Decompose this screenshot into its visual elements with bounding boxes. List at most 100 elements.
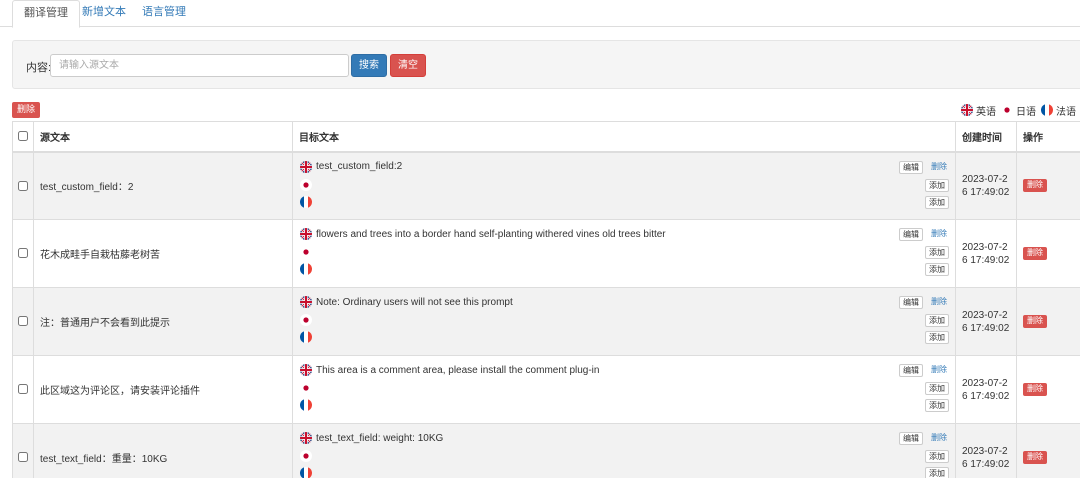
legend-item-japanese: 日语 xyxy=(1001,103,1036,118)
add-french-button[interactable]: 添加 xyxy=(925,195,949,209)
legend-label-japanese: 日语 xyxy=(1016,106,1036,118)
table-header-row: 源文本 目标文本 创建时间 操作 xyxy=(12,121,1080,153)
source-text-cell: 花木成畦手自栽枯藤老树苦 xyxy=(33,219,293,288)
target-line-french xyxy=(300,195,316,208)
target-english-text: flowers and trees into a border hand sel… xyxy=(316,228,666,240)
japan-flag-icon xyxy=(300,246,312,258)
created-time-cell: 2023-07-26 17:49:02 xyxy=(955,151,1017,220)
add-french-button[interactable]: 添加 xyxy=(925,399,949,412)
delete-translation-link[interactable]: 删除 xyxy=(929,228,949,241)
target-text-cell: test_text_field: weight: 10KG 编辑 删除 添加 添… xyxy=(292,423,956,478)
uk-flag-icon xyxy=(300,432,312,444)
row-delete-button[interactable]: 删除 xyxy=(1023,451,1047,464)
action-cell: 删除 xyxy=(1016,151,1080,220)
delete-translation-link[interactable]: 删除 xyxy=(929,296,949,309)
delete-translation-link[interactable]: 删除 xyxy=(929,161,949,174)
target-line-english: test_text_field: weight: 10KG xyxy=(300,432,443,444)
row-checkbox[interactable] xyxy=(18,316,28,327)
uk-flag-icon xyxy=(961,104,973,116)
japan-flag-icon xyxy=(300,178,312,191)
target-english-text: test_text_field: weight: 10KG xyxy=(316,432,444,444)
add-japanese-button[interactable]: 添加 xyxy=(925,178,949,192)
target-english-text: This area is a comment area, please inst… xyxy=(316,364,600,376)
language-legend: 英语 日语 法语 xyxy=(956,102,1076,118)
row-select-cell xyxy=(12,287,34,356)
bulk-delete-button[interactable]: 删除 xyxy=(12,102,41,118)
row-select-cell xyxy=(12,423,34,478)
france-flag-icon xyxy=(300,195,312,208)
row-delete-button[interactable]: 删除 xyxy=(1023,179,1047,193)
table-row: test_text_field：重量：10KG test_text_field:… xyxy=(12,423,1080,478)
legend-item-french: 法语 xyxy=(1041,103,1076,118)
tab-translation-management[interactable]: 翻译管理 xyxy=(12,0,80,28)
france-flag-icon xyxy=(300,263,312,275)
target-line-french xyxy=(300,263,316,275)
target-line-japanese xyxy=(300,450,316,462)
tab-bar: 翻译管理 新增文本 语言管理 xyxy=(0,0,1080,28)
row-checkbox[interactable] xyxy=(18,180,28,191)
header-source: 源文本 xyxy=(33,121,293,153)
edit-translation-button[interactable]: 编辑 xyxy=(899,364,923,377)
edit-translation-button[interactable]: 编辑 xyxy=(899,160,923,174)
japan-flag-icon xyxy=(1001,104,1013,116)
target-text-cell: This area is a comment area, please inst… xyxy=(292,355,956,424)
source-text-cell: test_text_field：重量：10KG xyxy=(33,423,293,478)
search-label: 内容: xyxy=(26,62,52,74)
legend-item-english: 英语 xyxy=(961,103,996,118)
edit-translation-button[interactable]: 编辑 xyxy=(899,432,923,445)
row-checkbox[interactable] xyxy=(18,452,28,463)
row-select-cell xyxy=(12,355,34,424)
table-row: 此区域这为评论区，请安装评论插件 This area is a comment … xyxy=(12,355,1080,424)
action-cell: 删除 xyxy=(1016,355,1080,424)
add-french-button[interactable]: 添加 xyxy=(925,467,949,478)
search-panel: 内容: 搜索 清空 xyxy=(12,40,1080,89)
uk-flag-icon xyxy=(300,160,312,173)
target-text-cell: Note: Ordinary users will not see this p… xyxy=(292,287,956,356)
clear-button[interactable]: 清空 xyxy=(390,54,426,77)
select-all-checkbox[interactable] xyxy=(18,131,28,142)
table-row: 花木成畦手自栽枯藤老树苦 flowers and trees into a bo… xyxy=(12,219,1080,288)
add-japanese-button[interactable]: 添加 xyxy=(925,450,949,463)
header-select-all xyxy=(12,121,34,153)
search-input[interactable] xyxy=(50,54,349,77)
add-japanese-button[interactable]: 添加 xyxy=(925,314,949,327)
row-delete-button[interactable]: 删除 xyxy=(1023,383,1047,396)
add-japanese-button[interactable]: 添加 xyxy=(925,382,949,395)
delete-translation-link[interactable]: 删除 xyxy=(929,432,949,445)
add-french-button[interactable]: 添加 xyxy=(925,263,949,276)
translation-table: 源文本 目标文本 创建时间 操作 test_custom_field：2 tes… xyxy=(12,121,1080,478)
search-button[interactable]: 搜索 xyxy=(351,54,387,77)
header-target: 目标文本 xyxy=(292,121,956,153)
target-line-french xyxy=(300,467,316,478)
row-delete-button[interactable]: 删除 xyxy=(1023,247,1047,260)
created-time-cell: 2023-07-26 17:49:02 xyxy=(955,287,1017,356)
target-english-text: Note: Ordinary users will not see this p… xyxy=(316,296,513,308)
tab-language-management[interactable]: 语言管理 xyxy=(131,0,197,27)
table-row: 注：普通用户不会看到此提示 Note: Ordinary users will … xyxy=(12,287,1080,356)
target-line-japanese xyxy=(300,382,316,394)
target-line-french xyxy=(300,399,316,411)
target-line-english: Note: Ordinary users will not see this p… xyxy=(300,296,513,308)
add-japanese-button[interactable]: 添加 xyxy=(925,246,949,259)
japan-flag-icon xyxy=(300,382,312,394)
france-flag-icon xyxy=(300,331,312,343)
header-action: 操作 xyxy=(1016,121,1080,153)
target-text-cell: test_custom_field:2 编辑 删除 添加 添加 xyxy=(292,151,956,220)
row-checkbox[interactable] xyxy=(18,248,28,259)
source-text-cell: 注：普通用户不会看到此提示 xyxy=(33,287,293,356)
edit-translation-button[interactable]: 编辑 xyxy=(899,296,923,309)
legend-label-french: 法语 xyxy=(1056,106,1076,118)
table-row: test_custom_field：2 test_custom_field:2 … xyxy=(12,151,1080,220)
france-flag-icon xyxy=(300,467,312,478)
target-text-cell: flowers and trees into a border hand sel… xyxy=(292,219,956,288)
uk-flag-icon xyxy=(300,364,312,376)
tab-add-text[interactable]: 新增文本 xyxy=(71,0,137,27)
edit-translation-button[interactable]: 编辑 xyxy=(899,228,923,241)
row-checkbox[interactable] xyxy=(18,384,28,395)
row-select-cell xyxy=(12,219,34,288)
add-french-button[interactable]: 添加 xyxy=(925,331,949,344)
france-flag-icon xyxy=(300,399,312,411)
delete-translation-link[interactable]: 删除 xyxy=(929,364,949,377)
source-text-cell: 此区域这为评论区，请安装评论插件 xyxy=(33,355,293,424)
row-delete-button[interactable]: 删除 xyxy=(1023,315,1047,328)
